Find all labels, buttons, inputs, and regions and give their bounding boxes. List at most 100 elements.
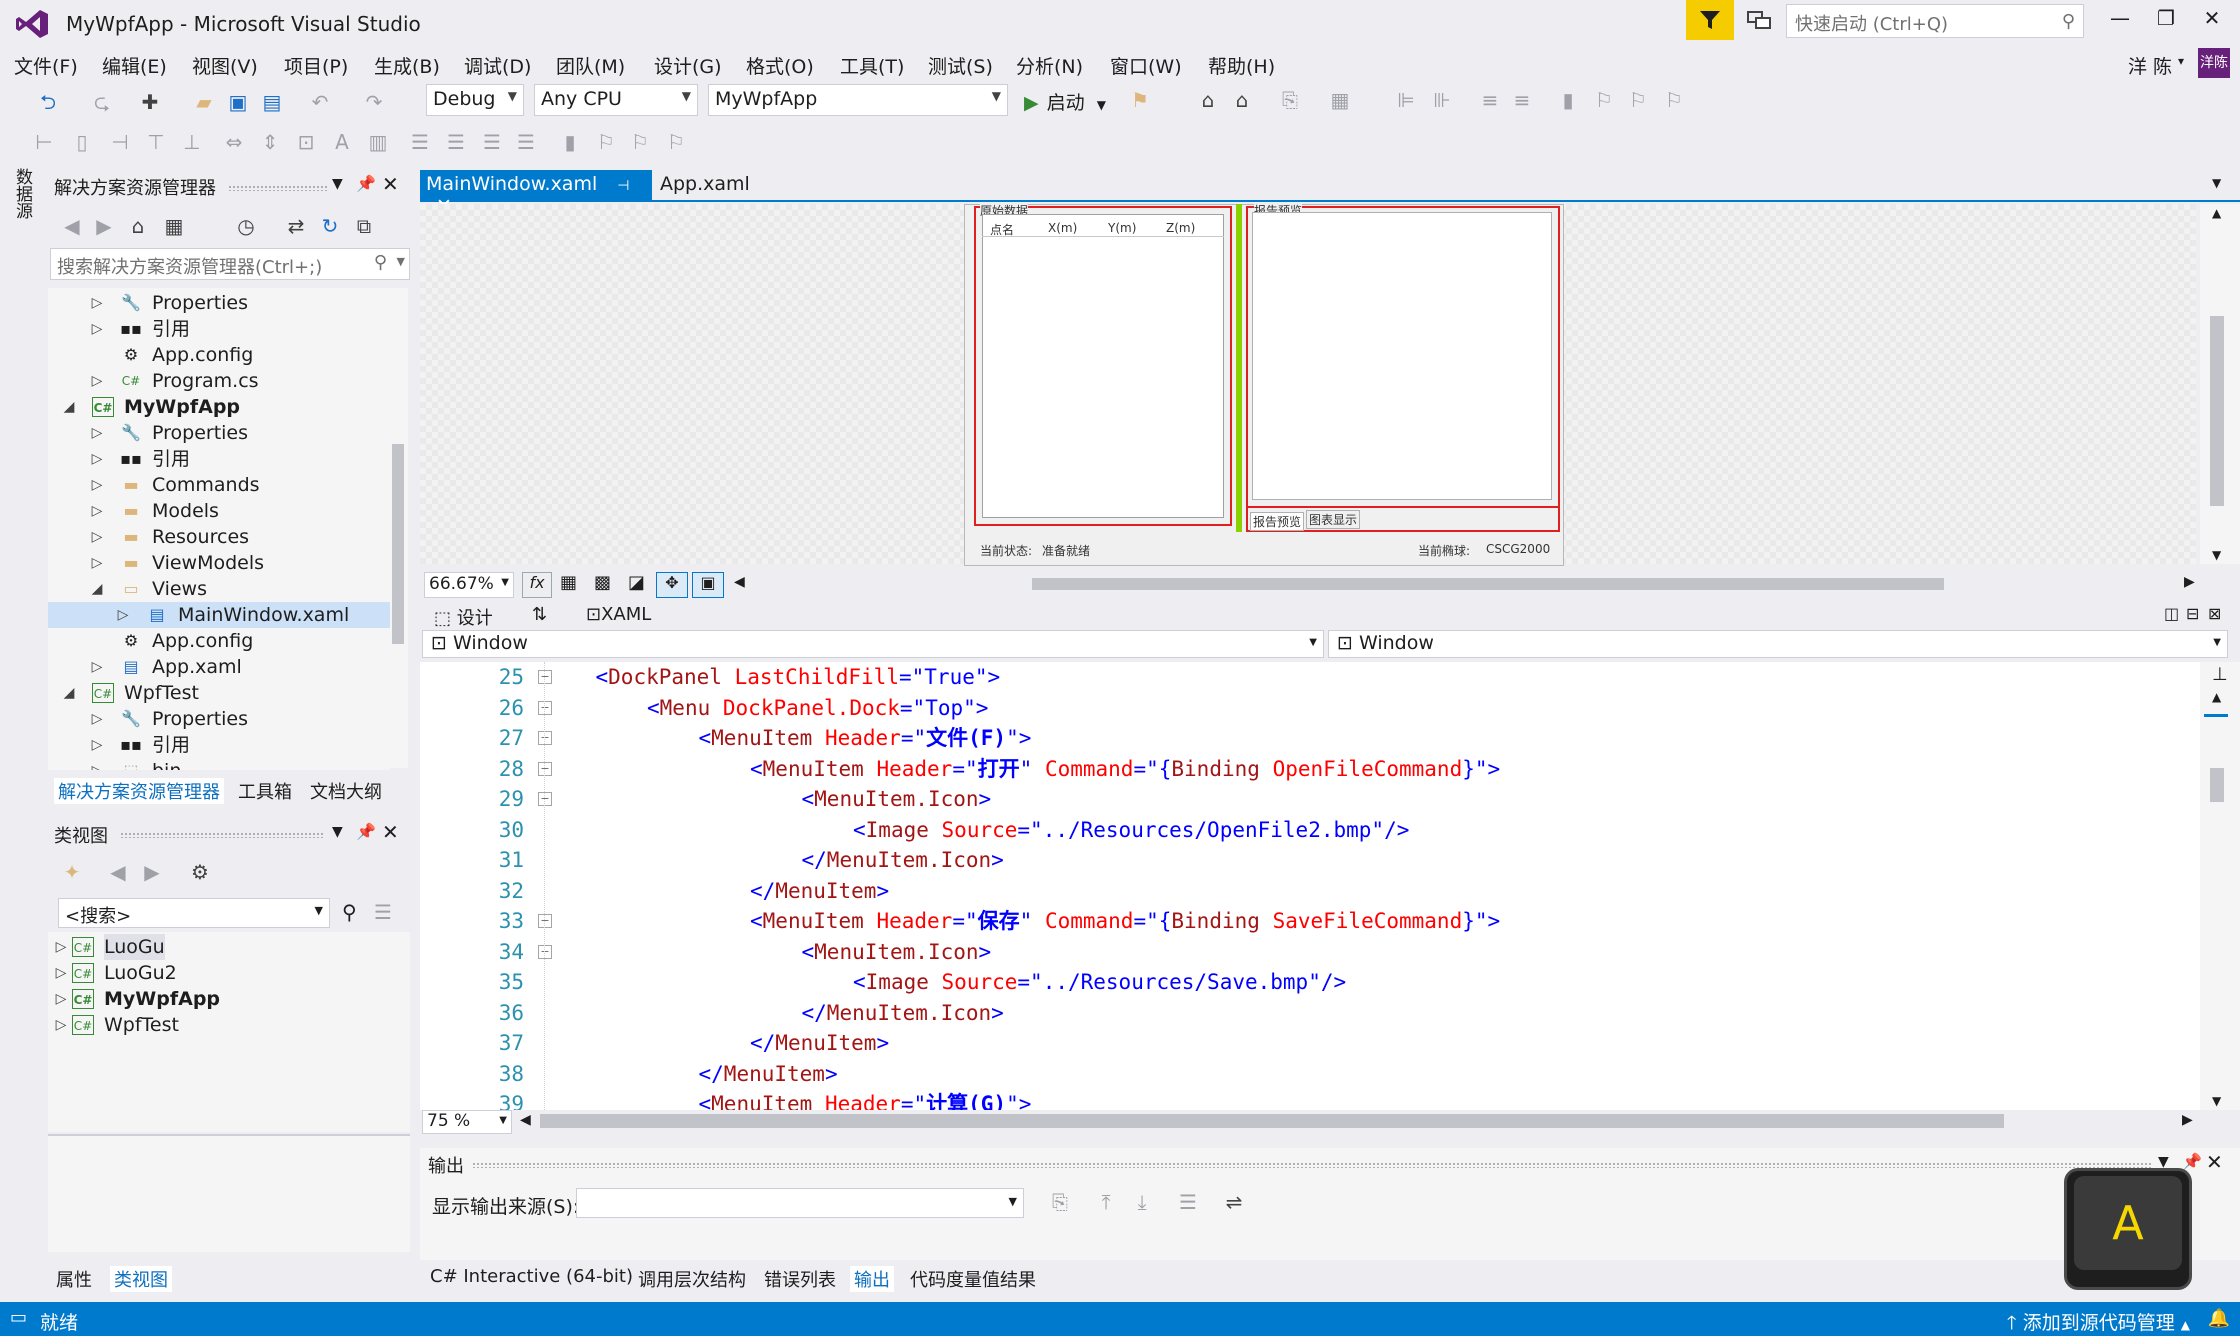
horizontal-split-icon[interactable]: ⊟ [2186, 604, 2199, 623]
tab-class-view[interactable]: 类视图 [110, 1266, 172, 1292]
panel-menu-icon[interactable]: ▼ [332, 176, 343, 192]
menu-help[interactable]: 帮助(H) [1208, 52, 1275, 79]
snap-lines-icon[interactable]: ▣ [692, 572, 724, 598]
menu-team[interactable]: 团队(M) [556, 52, 625, 79]
new-folder-icon[interactable]: ✦ [60, 860, 84, 884]
code-vertical-scrollbar[interactable]: ⊥ ▲ ▼ [2200, 662, 2240, 1110]
tree-item[interactable]: ▷ C# WpfTest [48, 1012, 410, 1038]
close-panel-icon[interactable]: ✕ [382, 820, 399, 844]
scroll-right-icon[interactable]: ▶ [2182, 1112, 2193, 1128]
tab-call-hierarchy[interactable]: 调用层次结构 [638, 1266, 746, 1292]
align-left-icon[interactable]: ⊫ [1394, 88, 1418, 112]
hspace-equal-icon[interactable]: ☰ [408, 130, 432, 154]
expand-icon[interactable]: ▷ [90, 732, 104, 758]
code-line[interactable]: 39 <MenuItem Header="计算(G)"> [420, 1089, 2200, 1110]
fx-icon[interactable]: fx [522, 572, 552, 598]
tree-item[interactable]: ◢ C# WpfTest [48, 680, 390, 706]
forward-icon[interactable]: ▶ [140, 860, 164, 884]
tree-item[interactable]: ⚙ App.config [48, 628, 390, 654]
menu-window[interactable]: 窗口(W) [1110, 52, 1182, 79]
code-line[interactable]: 26− <Menu DockPanel.Dock="Top"> [420, 693, 2200, 723]
tree-item[interactable]: ⚙ App.config [48, 342, 390, 368]
menu-project[interactable]: 项目(P) [284, 52, 348, 79]
expand-icon[interactable]: ▷ [54, 934, 68, 960]
tree-item[interactable]: ▷ ▬ Resources [48, 524, 390, 550]
code-horizontal-scroll-thumb[interactable] [540, 1114, 2004, 1128]
tree-item[interactable]: ▷ ▪▪ 引用 [48, 446, 390, 472]
effects-icon[interactable]: ◪ [628, 572, 645, 593]
designer-zoom-select[interactable]: 66.67% ▼ [424, 572, 514, 598]
code-line[interactable]: 34− <MenuItem.Icon> [420, 937, 2200, 967]
same-size-icon[interactable]: ⊡ [294, 130, 318, 154]
toolbox-2-icon[interactable]: ⌂ [1230, 88, 1254, 112]
tree-item[interactable]: ◢ ▭ Views [48, 576, 390, 602]
tree-item[interactable]: ▷ C# LuoGu [48, 934, 410, 960]
class-search-input[interactable]: <搜索> ▼ [58, 898, 330, 928]
expand-icon[interactable]: ▷ [90, 550, 104, 576]
prev-message-icon[interactable]: ⤒ [1094, 1190, 1118, 1214]
tree-item[interactable]: ▷ C# Program.cs [48, 368, 390, 394]
quick-launch-input[interactable]: 快速启动 (Ctrl+Q) ⚲ [1786, 4, 2084, 38]
scroll-right-icon[interactable]: ▶ [2184, 574, 2195, 590]
tree-item[interactable]: ▷ ▪▪ 引用 [48, 316, 390, 342]
tab-code-metrics[interactable]: 代码度量值结果 [910, 1266, 1036, 1292]
expand-icon[interactable]: ▷ [90, 654, 104, 680]
start-debugging-button[interactable]: ▶ 启动 ▼ [1024, 88, 1106, 116]
collapse-icon[interactable]: ◢ [90, 576, 104, 602]
code-line[interactable]: 25− <DockPanel LastChildFill="True"> [420, 662, 2200, 692]
tab-app-xaml[interactable]: App.xaml [656, 170, 766, 200]
collapse-region-icon[interactable]: − [538, 914, 552, 928]
collapse-region-icon[interactable]: − [538, 700, 552, 715]
snap-gridlines-icon[interactable]: ✥ [656, 572, 688, 598]
element-select-right[interactable]: ⊡ Window ▼ [1328, 630, 2228, 658]
menu-view[interactable]: 视图(V) [192, 52, 258, 79]
switch-views-icon[interactable]: ▦ [162, 214, 186, 238]
code-line[interactable]: 27− <MenuItem Header="文件(F)"> [420, 723, 2200, 753]
collapse-region-icon[interactable]: − [538, 792, 552, 806]
tree-item[interactable]: ▷ C# MyWpfApp [48, 986, 410, 1012]
tree-item[interactable]: ▷ ⬚ bin [48, 758, 390, 770]
datasource-tab[interactable]: 数据源 [10, 168, 35, 219]
split-editor-icon[interactable]: ⊥ [2212, 664, 2228, 685]
tree-item[interactable]: ▷ ▬ Commands [48, 472, 390, 498]
tab-xaml[interactable]: ⊡XAML [586, 604, 651, 625]
user-name[interactable]: 洋 陈 [2128, 52, 2172, 79]
scroll-down-icon[interactable]: ▼ [2212, 1094, 2221, 1108]
code-line[interactable]: 38 </MenuItem> [420, 1059, 2200, 1089]
bookmark-next-icon[interactable]: ⚐ [1626, 88, 1650, 112]
code-line[interactable]: 36 </MenuItem.Icon> [420, 998, 2200, 1028]
expand-icon[interactable]: ▷ [90, 290, 104, 316]
menu-debug[interactable]: 调试(D) [464, 52, 531, 79]
scroll-left-icon[interactable]: ◀ [734, 574, 745, 590]
hspace-decrease-icon[interactable]: ☰ [480, 130, 504, 154]
minimize-button[interactable]: — [2100, 6, 2140, 34]
settings-icon[interactable]: ⚙ [188, 860, 212, 884]
scroll-left-icon[interactable]: ◀ [520, 1112, 531, 1128]
clear-all-icon[interactable]: ☰ [1176, 1190, 1200, 1214]
tree-item[interactable]: ▷ 🔧 Properties [48, 420, 390, 446]
new-project-icon[interactable]: ✚ [138, 90, 162, 114]
designer-scroll-thumb[interactable] [2210, 316, 2224, 506]
back-icon[interactable]: ◀ [60, 214, 84, 238]
tab-chart-display[interactable]: 图表显示 [1306, 510, 1361, 529]
output-source-select[interactable]: ▼ [576, 1188, 1024, 1218]
menu-design[interactable]: 设计(G) [654, 52, 722, 79]
startup-project-select[interactable]: MyWpfApp ▼ [708, 84, 1008, 116]
expand-icon[interactable]: ▷ [90, 524, 104, 550]
redo-icon[interactable]: ↷ [362, 90, 386, 114]
designer-horizontal-scroll-thumb[interactable] [1032, 578, 1944, 590]
pin-icon[interactable]: 📌 [356, 822, 376, 841]
grid-splitter[interactable] [1236, 204, 1242, 532]
menu-edit[interactable]: 编辑(E) [102, 52, 167, 79]
code-line[interactable]: 35 <Image Source="../Resources/Save.bmp"/… [420, 967, 2200, 997]
tree-item[interactable]: ▷ ▬ Models [48, 498, 390, 524]
scroll-down-icon[interactable]: ▼ [2212, 548, 2221, 562]
refresh-icon[interactable]: ↻ [318, 214, 342, 238]
same-height-icon[interactable]: ⇕ [258, 130, 282, 154]
solution-search-input[interactable]: 搜索解决方案资源管理器(Ctrl+;) ⚲ ▼ [50, 248, 410, 280]
indent-icon[interactable]: ≡ [1478, 88, 1502, 112]
tree-item[interactable]: ◢ C# MyWpfApp [48, 394, 390, 420]
forward-icon[interactable]: ⮎ [90, 90, 114, 114]
save-icon[interactable]: ▣ [226, 90, 250, 114]
undo-icon[interactable]: ↶ [308, 90, 332, 114]
